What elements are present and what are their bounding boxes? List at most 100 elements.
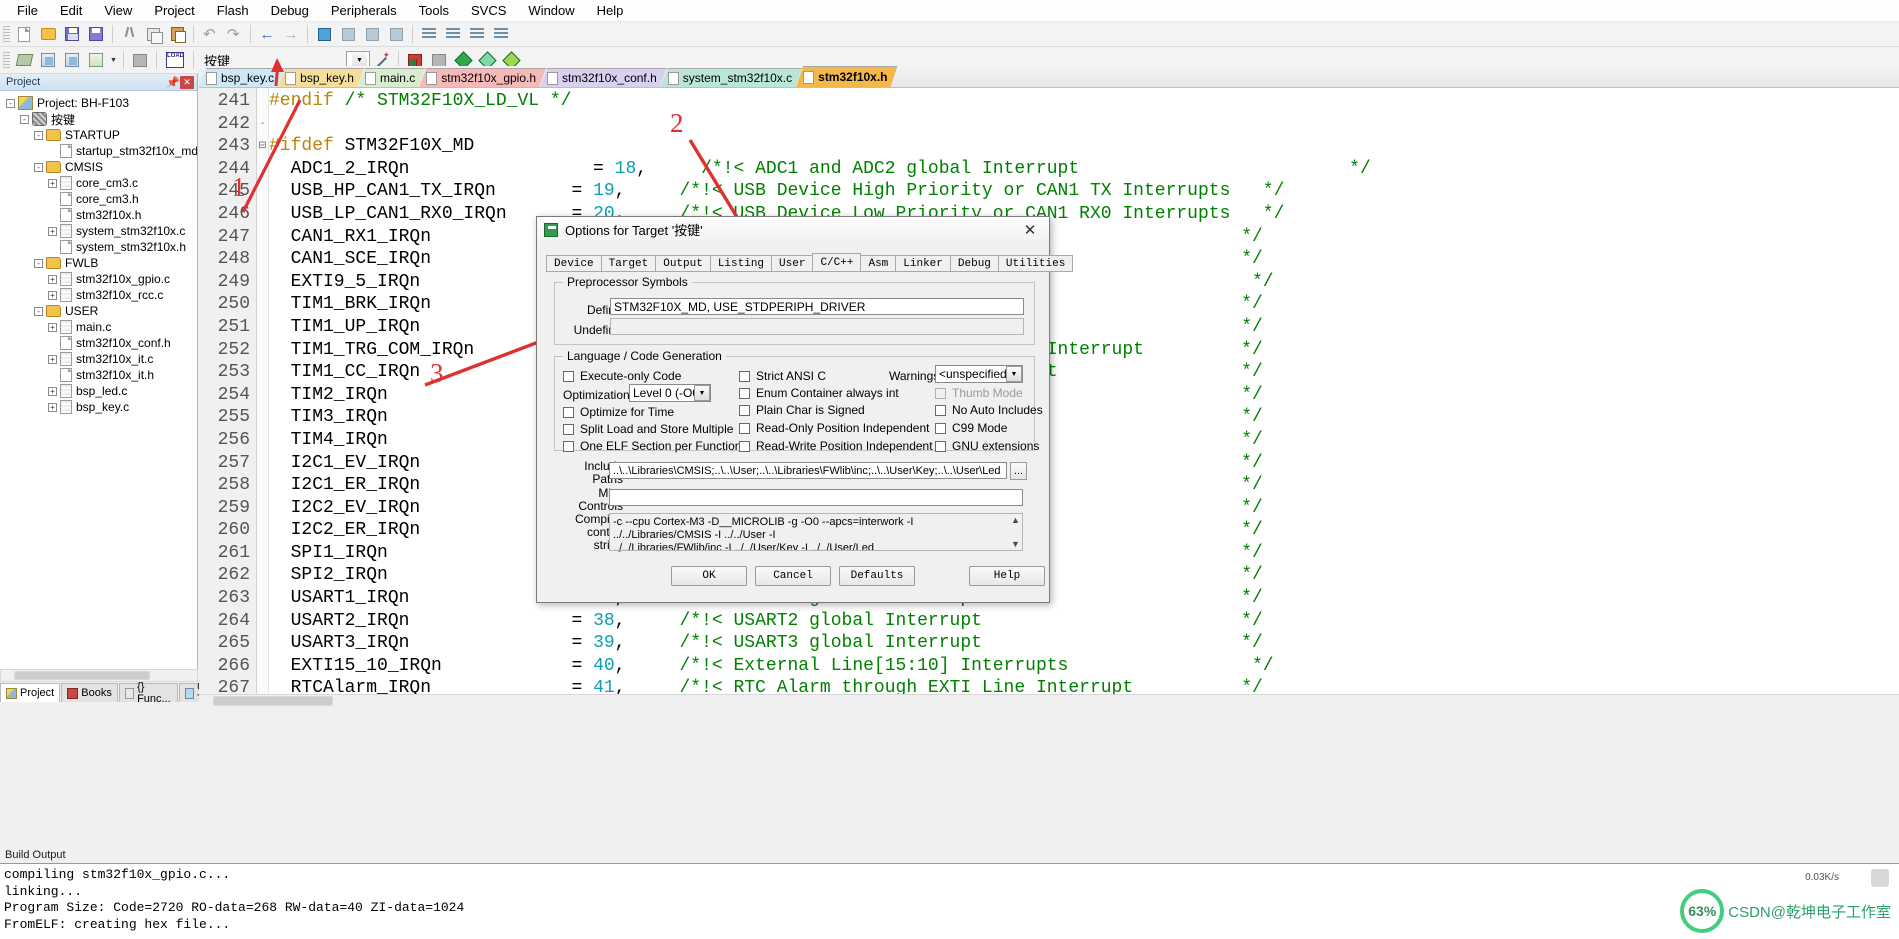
- pin-icon[interactable]: 📌: [166, 75, 180, 89]
- dialog-tab-utilities[interactable]: Utilities: [997, 255, 1074, 272]
- scroll-up-icon[interactable]: ▲: [1011, 515, 1020, 525]
- save-all-button[interactable]: [85, 24, 107, 45]
- dialog-tab-output[interactable]: Output: [655, 255, 711, 272]
- tree-item[interactable]: + system_stm32f10x.c: [0, 223, 197, 239]
- checkbox-icon[interactable]: [739, 422, 750, 434]
- tree-item[interactable]: system_stm32f10x.h: [0, 239, 197, 255]
- checkbox-icon[interactable]: [563, 406, 574, 418]
- outdent-button[interactable]: [442, 24, 464, 45]
- undo-button[interactable]: [199, 24, 221, 45]
- expand-icon[interactable]: +: [48, 178, 57, 188]
- clear-bookmarks-button[interactable]: [385, 24, 407, 45]
- check-optimize-for-time[interactable]: Optimize for Time: [563, 405, 674, 419]
- menu-item-view[interactable]: View: [93, 1, 143, 20]
- cancel-button[interactable]: Cancel: [755, 566, 831, 586]
- dialog-tab-asm[interactable]: Asm: [860, 255, 897, 272]
- expand-icon[interactable]: +: [48, 386, 57, 396]
- editor-tab-bsp_key-c[interactable]: bsp_key.c: [199, 68, 284, 87]
- save-button[interactable]: [61, 24, 83, 45]
- tree-item[interactable]: + core_cm3.c: [0, 175, 197, 191]
- panel-tab-project[interactable]: Project: [0, 683, 61, 702]
- translate-button[interactable]: [13, 50, 35, 71]
- stop-build-button[interactable]: [129, 50, 151, 71]
- check-no-auto-includes[interactable]: No Auto Includes: [935, 403, 1043, 417]
- tree-item[interactable]: + main.c: [0, 319, 197, 335]
- dialog-tab-listing[interactable]: Listing: [709, 255, 773, 272]
- check-execute-only-code[interactable]: Execute-only Code: [563, 369, 681, 383]
- expand-icon[interactable]: +: [48, 354, 57, 364]
- optimization-select[interactable]: Level 0 (-O0) ▼: [629, 384, 711, 402]
- defaults-button[interactable]: Defaults: [839, 566, 915, 586]
- navigate-back-button[interactable]: ←: [256, 24, 278, 45]
- include-paths-browse-button[interactable]: ...: [1010, 462, 1027, 480]
- check-gnu-extensions[interactable]: GNU extensions: [935, 439, 1039, 453]
- menu-item-tools[interactable]: Tools: [408, 1, 460, 20]
- expand-icon[interactable]: +: [48, 226, 57, 236]
- undefine-input[interactable]: [610, 318, 1024, 335]
- open-file-button[interactable]: [37, 24, 59, 45]
- help-button[interactable]: Help: [969, 566, 1045, 586]
- prev-bookmark-button[interactable]: [337, 24, 359, 45]
- collapse-icon[interactable]: -: [34, 258, 43, 268]
- tree-item[interactable]: - Project: BH-F103: [0, 95, 197, 111]
- copy-button[interactable]: [142, 24, 164, 45]
- check-enum-container-always-int[interactable]: Enum Container always int: [739, 386, 899, 400]
- dialog-tabs[interactable]: Device Target Output Listing User C/C++ Asm Lin…: [546, 253, 1074, 272]
- dialog-tab-target[interactable]: Target: [600, 255, 657, 272]
- code-text[interactable]: #endif /* STM32F10X_LD_VL */ #ifdef STM3…: [269, 88, 1899, 702]
- navigate-forward-button[interactable]: →: [280, 24, 302, 45]
- checkbox-icon[interactable]: [739, 440, 750, 452]
- tree-item[interactable]: + bsp_key.c: [0, 399, 197, 415]
- misc-controls-input[interactable]: [609, 489, 1023, 506]
- collapse-icon[interactable]: -: [20, 114, 29, 124]
- rebuild-button[interactable]: [61, 50, 83, 71]
- check-one-elf-section-per-function[interactable]: One ELF Section per Function: [563, 439, 741, 453]
- uncomment-button[interactable]: [490, 24, 512, 45]
- batch-build-dropdown[interactable]: ▼: [108, 51, 119, 70]
- editor-horizontal-scrollbar[interactable]: [199, 694, 1899, 708]
- build-button[interactable]: [37, 50, 59, 71]
- fold-marker[interactable]: -: [257, 113, 268, 136]
- chevron-down-icon[interactable]: ▼: [1006, 366, 1022, 382]
- tree-item[interactable]: stm32f10x_it.h: [0, 367, 197, 383]
- check-plain-char-is-signed[interactable]: Plain Char is Signed: [739, 403, 865, 417]
- tree-item[interactable]: - CMSIS: [0, 159, 197, 175]
- menu-item-debug[interactable]: Debug: [260, 1, 320, 20]
- include-paths-input[interactable]: ..\..\Libraries\CMSIS;..\..\User;..\..\L…: [609, 462, 1007, 479]
- editor-tab-stm32f10x_conf-h[interactable]: stm32f10x_conf.h: [540, 68, 667, 87]
- tree-item[interactable]: + stm32f10x_rcc.c: [0, 287, 197, 303]
- tree-item[interactable]: + bsp_led.c: [0, 383, 197, 399]
- editor-tab-stm32f10x-h[interactable]: stm32f10x.h: [796, 66, 897, 87]
- warnings-select[interactable]: <unspecified> ▼: [935, 365, 1023, 383]
- fold-marker[interactable]: ⊟: [257, 135, 268, 158]
- batch-build-button[interactable]: [85, 50, 107, 71]
- dialog-tab-user[interactable]: User: [771, 255, 814, 272]
- checkbox-icon[interactable]: [739, 370, 750, 382]
- tree-item[interactable]: - FWLB: [0, 255, 197, 271]
- checkbox-icon[interactable]: [739, 404, 750, 416]
- tree-item[interactable]: stm32f10x.h: [0, 207, 197, 223]
- checkbox-icon[interactable]: [935, 422, 946, 434]
- collapse-icon[interactable]: -: [34, 306, 43, 316]
- menu-item-edit[interactable]: Edit: [49, 1, 93, 20]
- checkbox-icon[interactable]: [935, 404, 946, 416]
- dialog-tab-device[interactable]: Device: [546, 255, 602, 272]
- panel-tab-func[interactable]: {} Func...: [118, 681, 179, 705]
- define-input[interactable]: STM32F10X_MD, USE_STDPERIPH_DRIVER: [610, 298, 1024, 315]
- expand-icon[interactable]: +: [48, 274, 57, 284]
- download-button[interactable]: LOAD: [162, 50, 188, 71]
- toolbar-grip[interactable]: [3, 51, 10, 69]
- toggle-bookmark-button[interactable]: [313, 24, 335, 45]
- expand-icon[interactable]: +: [48, 290, 57, 300]
- tree-item[interactable]: core_cm3.h: [0, 191, 197, 207]
- editor-tab-system_stm32f10x-c[interactable]: system_stm32f10x.c: [661, 68, 802, 87]
- checkbox-icon[interactable]: [563, 423, 574, 435]
- redo-button[interactable]: [223, 24, 245, 45]
- dialog-tab-linker[interactable]: Linker: [895, 255, 951, 272]
- menu-item-window[interactable]: Window: [517, 1, 585, 20]
- ok-button[interactable]: OK: [671, 566, 747, 586]
- code-folding-column[interactable]: - ⊟: [257, 88, 269, 702]
- menu-item-flash[interactable]: Flash: [206, 1, 260, 20]
- collapse-icon[interactable]: -: [34, 130, 43, 140]
- tree-item[interactable]: stm32f10x_conf.h: [0, 335, 197, 351]
